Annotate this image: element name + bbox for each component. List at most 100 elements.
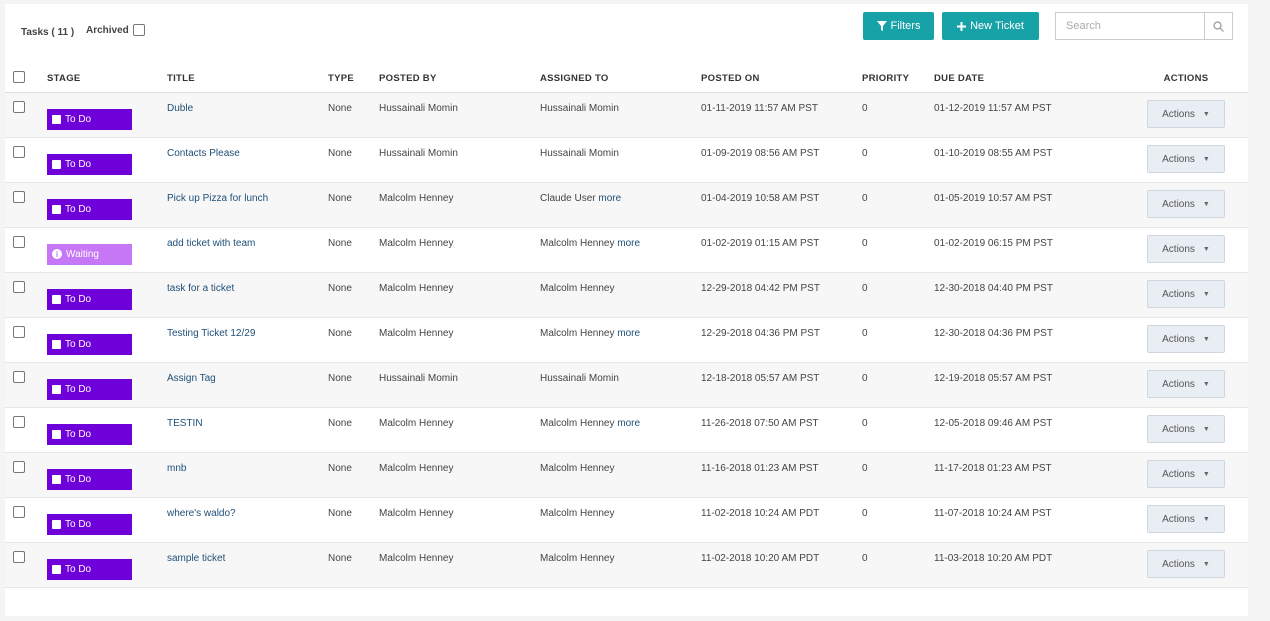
posted-on-cell: 01-11-2019 11:57 AM PST: [701, 92, 862, 138]
archived-checkbox[interactable]: [132, 24, 145, 36]
row-checkbox[interactable]: [13, 370, 25, 383]
stage-badge[interactable]: To Do: [47, 288, 132, 310]
posted-by-value: Malcolm Henney: [379, 327, 454, 339]
actions-cell: Actions ▼: [1124, 362, 1248, 408]
stage-badge[interactable]: To Do: [47, 333, 132, 355]
ticket-title-link[interactable]: Contacts Please: [167, 148, 240, 159]
stage-cell: To Do: [47, 362, 167, 408]
row-actions-button[interactable]: Actions ▼: [1147, 235, 1225, 263]
archived-toggle[interactable]: Archived: [86, 24, 145, 36]
column-header-title[interactable]: TITLE: [167, 64, 328, 93]
column-header-posted-on[interactable]: POSTED ON: [701, 64, 862, 93]
actions-cell: Actions ▼: [1124, 272, 1248, 318]
assigned-to-cell: Hussainali Momin: [540, 92, 701, 138]
row-select-cell: [5, 542, 47, 588]
stage-badge[interactable]: To Do: [47, 468, 132, 490]
stage-badge[interactable]: To Do: [47, 513, 132, 535]
row-checkbox[interactable]: [13, 505, 25, 518]
row-checkbox[interactable]: [13, 100, 25, 113]
column-header-due-date[interactable]: DUE DATE: [934, 64, 1124, 93]
row-checkbox[interactable]: [13, 145, 25, 158]
posted-on-value: 01-04-2019 10:58 AM PST: [701, 192, 820, 204]
due-date-cell: 01-10-2019 08:55 AM PST: [934, 137, 1124, 183]
tasks-count-label: Tasks ( 11 ): [21, 27, 75, 38]
ticket-title-link[interactable]: where's waldo?: [167, 508, 236, 519]
filters-button[interactable]: Filters: [863, 12, 934, 40]
row-select-cell: [5, 362, 47, 408]
type-cell: None: [328, 182, 379, 228]
row-checkbox[interactable]: [13, 415, 25, 428]
title-cell: task for a ticket: [167, 272, 328, 318]
assigned-more-link[interactable]: more: [617, 238, 640, 249]
stage-badge[interactable]: To Do: [47, 198, 132, 220]
stage-badge[interactable]: To Do: [47, 423, 132, 445]
posted-by-cell: Hussainali Momin: [379, 362, 540, 408]
stage-cell: To Do: [47, 317, 167, 363]
title-cell: Contacts Please: [167, 137, 328, 183]
posted-by-value: Malcolm Henney: [379, 417, 454, 429]
ticket-title-link[interactable]: TESTIN: [167, 418, 203, 429]
ticket-title-link[interactable]: add ticket with team: [167, 238, 255, 249]
assigned-to-value: Malcolm Henney: [540, 552, 615, 564]
stage-badge[interactable]: To Do: [47, 108, 132, 130]
row-checkbox[interactable]: [13, 325, 25, 338]
due-date-cell: 11-17-2018 01:23 AM PST: [934, 452, 1124, 498]
row-actions-button[interactable]: Actions ▼: [1147, 370, 1225, 398]
search-input[interactable]: [1055, 12, 1204, 40]
row-select-cell: [5, 227, 47, 273]
row-actions-button[interactable]: Actions ▼: [1147, 145, 1225, 173]
column-header-posted-by[interactable]: POSTED BY: [379, 64, 540, 93]
checkbox-icon: [52, 294, 61, 304]
row-checkbox[interactable]: [13, 550, 25, 563]
ticket-title-link[interactable]: mnb: [167, 463, 186, 474]
assigned-more-link[interactable]: more: [617, 328, 640, 339]
stage-badge[interactable]: To Do: [47, 378, 132, 400]
ticket-title-link[interactable]: Assign Tag: [167, 373, 216, 384]
ticket-title-link[interactable]: sample ticket: [167, 553, 225, 564]
stage-badge[interactable]: i Waiting: [47, 243, 132, 265]
row-actions-button[interactable]: Actions ▼: [1147, 100, 1225, 128]
search-button[interactable]: [1204, 12, 1233, 40]
title-cell: TESTIN: [167, 407, 328, 453]
row-actions-button[interactable]: Actions ▼: [1147, 460, 1225, 488]
table-row: To Do Contacts Please None Hussainali Momin…: [5, 137, 1248, 183]
assigned-more-link[interactable]: more: [598, 193, 621, 204]
table-row: To Do sample ticket None Malcolm Henney Malc…: [5, 542, 1248, 588]
posted-by-value: Malcolm Henney: [379, 552, 454, 564]
priority-cell: 0: [862, 407, 934, 453]
row-actions-button[interactable]: Actions ▼: [1147, 505, 1225, 533]
row-actions-button[interactable]: Actions ▼: [1147, 325, 1225, 353]
table-row: To Do Testing Ticket 12/29 None Malcolm Hen…: [5, 317, 1248, 363]
row-checkbox[interactable]: [13, 460, 25, 473]
ticket-title-link[interactable]: Duble: [167, 103, 193, 114]
column-header-stage[interactable]: STAGE: [47, 64, 167, 93]
row-actions-button[interactable]: Actions ▼: [1147, 550, 1225, 578]
assigned-to-value: Hussainali Momin: [540, 147, 619, 159]
column-header-assigned-to[interactable]: ASSIGNED TO: [540, 64, 701, 93]
ticket-title-link[interactable]: task for a ticket: [167, 283, 234, 294]
row-actions-button[interactable]: Actions ▼: [1147, 190, 1225, 218]
checkbox-icon: [52, 474, 61, 484]
row-checkbox[interactable]: [13, 280, 25, 293]
stage-badge[interactable]: To Do: [47, 558, 132, 580]
row-checkbox[interactable]: [13, 190, 25, 203]
checkbox-icon: [52, 159, 61, 169]
actions-cell: Actions ▼: [1124, 497, 1248, 543]
select-all-checkbox[interactable]: [13, 70, 25, 83]
ticket-title-link[interactable]: Testing Ticket 12/29: [167, 328, 255, 339]
posted-by-value: Malcolm Henney: [379, 507, 454, 519]
priority-value: 0: [862, 102, 868, 114]
row-actions-button[interactable]: Actions ▼: [1147, 280, 1225, 308]
due-date-cell: 11-07-2018 10:24 AM PST: [934, 497, 1124, 543]
column-header-priority[interactable]: PRIORITY: [862, 64, 934, 93]
row-actions-button[interactable]: Actions ▼: [1147, 415, 1225, 443]
ticket-title-link[interactable]: Pick up Pizza for lunch: [167, 193, 268, 204]
row-checkbox[interactable]: [13, 235, 25, 248]
table-body: To Do Duble None Hussainali Momin Hussainali…: [5, 92, 1248, 588]
stage-badge[interactable]: To Do: [47, 153, 132, 175]
assigned-more-link[interactable]: more: [617, 418, 640, 429]
new-ticket-button[interactable]: New Ticket: [942, 12, 1039, 40]
posted-on-value: 12-29-2018 04:42 PM PST: [701, 282, 820, 294]
checkbox-icon: [52, 519, 61, 529]
column-header-type[interactable]: TYPE: [328, 64, 379, 93]
